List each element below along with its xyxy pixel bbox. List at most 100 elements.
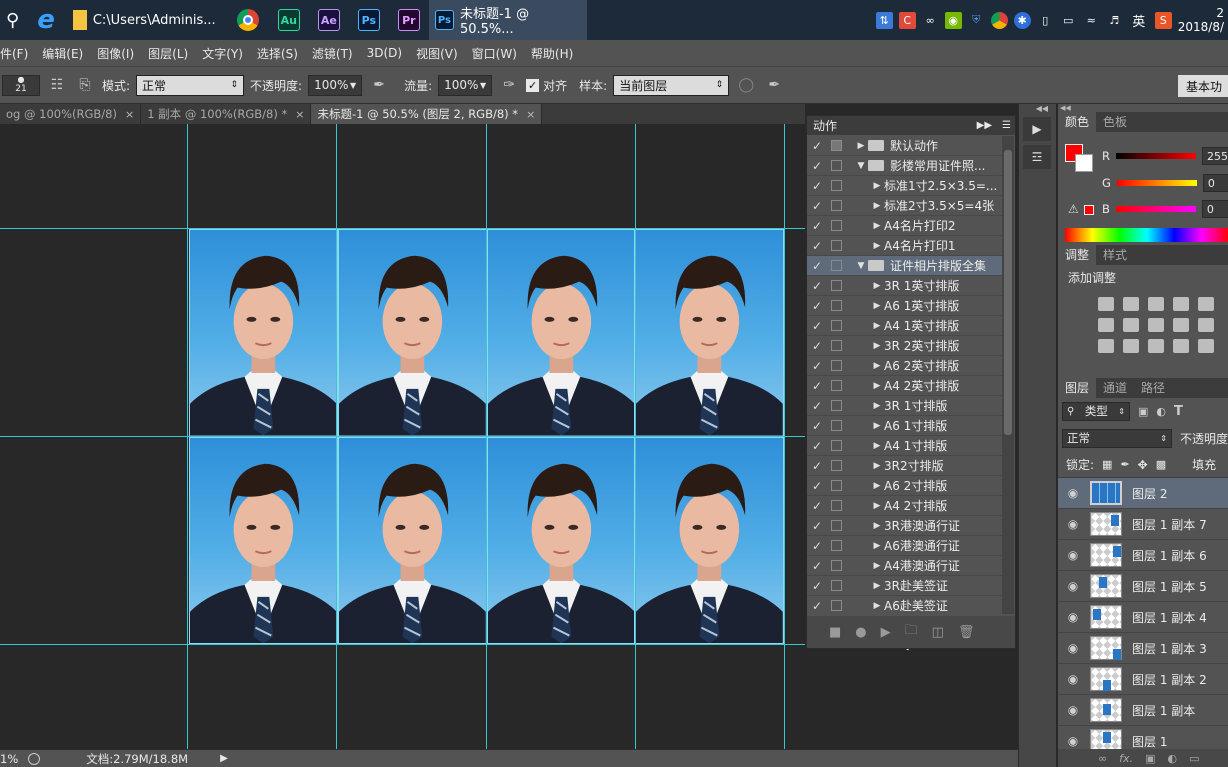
visibility-eye-icon[interactable]: ◉ bbox=[1058, 548, 1088, 562]
guide-line-vertical[interactable] bbox=[187, 124, 188, 749]
filter-adjustment-icon[interactable]: ◐ bbox=[1156, 405, 1166, 418]
layer-row[interactable]: ◉ 图层 1 副本 4 bbox=[1058, 602, 1228, 633]
opacity-input[interactable]: 100% ▼ bbox=[308, 74, 363, 96]
expand-arrow-right-icon[interactable]: ▶ bbox=[870, 181, 884, 191]
action-list-item[interactable]: ✓ ▶ A6赴美签证 bbox=[807, 596, 1002, 614]
layer-row[interactable]: ◉ 图层 1 副本 3 bbox=[1058, 633, 1228, 664]
dialog-toggle-box[interactable] bbox=[831, 500, 842, 511]
dialog-toggle-box[interactable] bbox=[831, 400, 842, 411]
curves-icon[interactable] bbox=[1148, 297, 1164, 311]
blend-mode-select[interactable]: 正常 ⇕ bbox=[1062, 428, 1172, 448]
play-icon[interactable]: ▶ bbox=[881, 625, 891, 640]
toggle-check-icon[interactable]: ✓ bbox=[807, 299, 827, 313]
brightness-contrast-icon[interactable] bbox=[1098, 297, 1114, 311]
menu-edit[interactable]: 编辑(E) bbox=[35, 45, 90, 62]
dialog-toggle-box[interactable] bbox=[831, 220, 842, 231]
toggle-check-icon[interactable]: ✓ bbox=[807, 479, 827, 493]
layer-row[interactable]: ◉ 图层 1 副本 bbox=[1058, 695, 1228, 726]
status-export-icon[interactable] bbox=[28, 752, 41, 765]
expand-arrow-right-icon[interactable]: ▶ bbox=[870, 421, 884, 431]
sogou-ime-icon[interactable]: S bbox=[1154, 11, 1172, 29]
toggle-check-icon[interactable]: ✓ bbox=[807, 159, 827, 173]
gradient-map-icon[interactable] bbox=[1198, 339, 1214, 353]
brush-preset-picker[interactable]: ● 21 bbox=[2, 74, 40, 96]
cloud-sync-icon[interactable]: ∞ bbox=[922, 12, 939, 29]
layer-row[interactable]: ◉ 图层 1 副本 2 bbox=[1058, 664, 1228, 695]
taskbar-premiere-button[interactable]: Pr bbox=[389, 0, 429, 40]
toggle-check-icon[interactable]: ✓ bbox=[807, 179, 827, 193]
scrollbar-thumb[interactable] bbox=[1004, 150, 1012, 435]
new-adjustment-icon[interactable]: ◐ bbox=[1167, 752, 1177, 765]
airbrush-icon[interactable]: ✑ bbox=[498, 74, 520, 96]
toggle-check-icon[interactable]: ✓ bbox=[807, 319, 827, 333]
document-tab[interactable]: 1 副本 @ 100%(RGB/8) * × bbox=[141, 104, 312, 124]
expand-arrow-right-icon[interactable]: ▶ bbox=[854, 141, 868, 151]
dialog-toggle-box[interactable] bbox=[831, 540, 842, 551]
action-list-item[interactable]: ✓ ▶ 3R港澳通行证 bbox=[807, 516, 1002, 536]
toggle-check-icon[interactable]: ✓ bbox=[807, 259, 827, 273]
toggle-check-icon[interactable]: ✓ bbox=[807, 459, 827, 473]
toggle-check-icon[interactable]: ✓ bbox=[807, 239, 827, 253]
menu-filter[interactable]: 滤镜(T) bbox=[305, 45, 360, 62]
gamut-warning-icon[interactable]: ⚠ bbox=[1068, 202, 1079, 216]
close-icon[interactable]: × bbox=[295, 108, 304, 121]
mode-select[interactable]: 正常 ⇕ bbox=[136, 74, 245, 96]
guide-line-horizontal[interactable] bbox=[0, 644, 805, 645]
selective-color-icon[interactable] bbox=[1173, 339, 1189, 353]
guide-line-vertical[interactable] bbox=[784, 124, 785, 749]
security-shield-icon[interactable]: ⛨ bbox=[968, 12, 985, 29]
expand-arrow-right-icon[interactable]: ▶ bbox=[870, 381, 884, 391]
menu-layer[interactable]: 图层(L) bbox=[141, 45, 195, 62]
clone-source-panel-button[interactable]: ☲ bbox=[1023, 145, 1051, 169]
blue-value-input[interactable]: 0 bbox=[1201, 200, 1228, 218]
actions-panel-title[interactable]: 动作 bbox=[813, 117, 837, 134]
action-list-item[interactable]: ✓ ▶ 3R 2英寸排版 bbox=[807, 336, 1002, 356]
expand-arrow-right-icon[interactable]: ▶ bbox=[870, 581, 884, 591]
document-tab[interactable]: og @ 100%(RGB/8) × bbox=[0, 104, 142, 124]
device-icon[interactable]: ▯ bbox=[1037, 12, 1054, 29]
expand-arrow-right-icon[interactable]: ▶ bbox=[870, 501, 884, 511]
workspace-switcher-button[interactable]: 基本功 bbox=[1177, 75, 1228, 97]
action-list-item[interactable]: ✓ ▶ A4 2英寸排版 bbox=[807, 376, 1002, 396]
expand-arrow-right-icon[interactable]: ▶ bbox=[870, 561, 884, 571]
zoom-level[interactable]: 1% bbox=[0, 752, 18, 766]
action-list-item[interactable]: ✓ ▶ A4港澳通行证 bbox=[807, 556, 1002, 576]
chrome-tray-icon[interactable] bbox=[990, 11, 1008, 29]
menu-help[interactable]: 帮助(H) bbox=[524, 45, 580, 62]
filter-image-icon[interactable]: ▣ bbox=[1138, 405, 1148, 418]
dialog-toggle-box[interactable] bbox=[831, 340, 842, 351]
new-set-folder-icon[interactable]: 🗀 bbox=[905, 621, 918, 643]
taskbar-photoshop-button[interactable]: Ps bbox=[349, 0, 389, 40]
levels-icon[interactable] bbox=[1123, 297, 1139, 311]
new-action-icon[interactable]: ◫ bbox=[932, 625, 944, 640]
action-list-item[interactable]: ✓ ▶ A4名片打印2 bbox=[807, 216, 1002, 236]
lock-all-icon[interactable]: ▩ bbox=[1156, 458, 1166, 471]
red-slider[interactable] bbox=[1116, 153, 1196, 159]
expand-arrow-right-icon[interactable]: ▶ bbox=[870, 341, 884, 351]
toggle-check-icon[interactable]: ✓ bbox=[807, 419, 827, 433]
panel-menu-icon[interactable]: ☰ bbox=[1002, 120, 1011, 131]
taskbar-chrome-button[interactable] bbox=[227, 0, 269, 40]
action-list-item[interactable]: ✓ ▶ A6港澳通行证 bbox=[807, 536, 1002, 556]
expand-arrow-down-icon[interactable]: ▼ bbox=[854, 161, 868, 171]
document-size-info[interactable]: 文档:2.79M/18.8M bbox=[86, 751, 188, 767]
dialog-toggle-box[interactable] bbox=[831, 520, 842, 531]
layer-row[interactable]: ◉ 图层 2 bbox=[1058, 478, 1228, 509]
stamp-toggle-icon[interactable]: ⎘ bbox=[74, 74, 96, 96]
tab-swatches[interactable]: 色板 bbox=[1096, 111, 1134, 132]
dialog-toggle-box[interactable] bbox=[831, 560, 842, 571]
tab-paths[interactable]: 路径 bbox=[1134, 377, 1172, 398]
layer-row[interactable]: ◉ 图层 1 副本 6 bbox=[1058, 540, 1228, 571]
app-c-icon[interactable]: C bbox=[898, 11, 916, 29]
toggle-check-icon[interactable]: ✓ bbox=[807, 379, 827, 393]
action-list-item[interactable]: ✓ ▶ A6 2寸排版 bbox=[807, 476, 1002, 496]
expand-arrow-right-icon[interactable]: ▶ bbox=[870, 321, 884, 331]
expand-arrow-right-icon[interactable]: ▶ bbox=[870, 461, 884, 471]
document-tab-active[interactable]: 未标题-1 @ 50.5% (图层 2, RGB/8) * × bbox=[311, 104, 543, 124]
web-color-swatch[interactable] bbox=[1084, 205, 1094, 215]
expand-arrow-right-icon[interactable]: ▶ bbox=[870, 401, 884, 411]
ignore-adjustment-layers-icon[interactable]: ◯ bbox=[735, 74, 757, 96]
lock-brush-icon[interactable]: ✒ bbox=[1120, 458, 1129, 471]
guide-line-horizontal[interactable] bbox=[0, 436, 805, 437]
layer-row[interactable]: ◉ 图层 1 副本 5 bbox=[1058, 571, 1228, 602]
